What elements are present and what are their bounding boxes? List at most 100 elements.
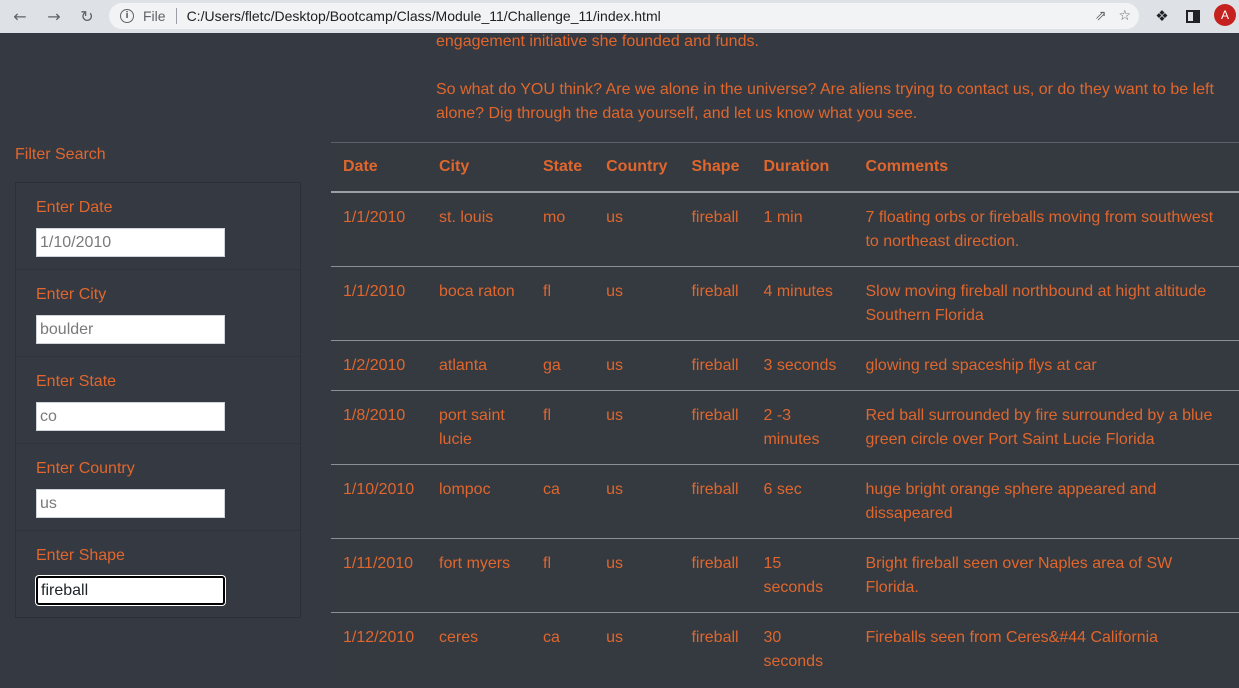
header-duration: Duration [751, 143, 854, 193]
cell-shape: fireball [679, 266, 752, 341]
state-input[interactable] [36, 402, 225, 431]
cell-duration: 2 -3 minutes [751, 390, 854, 465]
cell-state: ca [531, 612, 595, 679]
intro-paragraph-2: So what do YOU think? Are we alone in th… [436, 81, 1214, 122]
shape-input[interactable] [36, 576, 225, 605]
cell-state: mo [543, 209, 566, 226]
country-input[interactable] [36, 489, 225, 518]
ufo-table-container: Date City State Country Shape Duration C… [331, 142, 1239, 679]
cell-country: us [594, 464, 680, 539]
cell-state: fl [531, 266, 595, 341]
cell-date: 1/1/2010 [343, 209, 406, 226]
cell-city: port saint lucie [427, 390, 531, 465]
cell-duration: 30 seconds [751, 612, 854, 679]
scheme-label: File [143, 8, 166, 24]
filter-title: Filter Search [15, 146, 106, 163]
cell-shape: fireball [679, 390, 752, 465]
cell-city: st. louis [439, 209, 494, 226]
cell-duration: 3 seconds [751, 340, 854, 391]
cell-city: boca raton [427, 266, 531, 341]
cell-shape: fireball [679, 612, 752, 679]
intro-paragraph-1: engagement initiative she founded and fu… [436, 33, 759, 50]
city-input[interactable] [36, 315, 225, 344]
cell-duration: 6 sec [751, 464, 854, 539]
cell-city: ceres [427, 612, 531, 679]
bookmark-star-icon[interactable]: ☆ [1118, 8, 1131, 24]
header-city: City [427, 143, 531, 193]
header-date: Date [331, 143, 427, 193]
header-country: Country [594, 143, 680, 193]
reload-icon[interactable]: ↻ [76, 5, 98, 27]
table-row: 1/11/2010 fort myers fl us fireball 15 second… [331, 538, 1239, 613]
cell-state: fl [531, 538, 595, 613]
cell-date: 1/11/2010 [331, 538, 427, 613]
cell-comments: Fireballs seen from Ceres&#44 California [853, 612, 1239, 679]
date-input[interactable] [36, 228, 225, 257]
cell-shape: fireball [679, 464, 752, 539]
table-row: 1/8/2010 port saint lucie fl us fireball 2 -3… [331, 390, 1239, 465]
profile-avatar[interactable]: A [1214, 4, 1236, 26]
extensions-puzzle-icon[interactable]: ❖ [1151, 5, 1173, 27]
cell-shape: fireball [679, 538, 752, 613]
table-row: 1/2/2010 atlanta ga us fireball 3 seconds glow… [331, 340, 1239, 391]
table-row: 1/1/2010 st. louis mo us fireball 1 min 7 floa… [331, 192, 1239, 267]
header-state: State [531, 143, 595, 193]
cell-country: us [594, 538, 680, 613]
divider [175, 8, 177, 24]
cell-city: atlanta [427, 340, 531, 391]
table-row: 1/1/2010 boca raton fl us fireball 4 minutes S… [331, 266, 1239, 341]
header-shape: Shape [679, 143, 752, 193]
cell-comments: Red ball surrounded by fire surrounded b… [853, 390, 1239, 465]
cell-comments: glowing red spaceship flys at car [853, 340, 1239, 391]
cell-comments: huge bright orange sphere appeared and d… [853, 464, 1239, 539]
cell-duration: 4 minutes [751, 266, 854, 341]
cell-shape: fireball [691, 209, 739, 226]
cell-country: us [594, 612, 680, 679]
cell-duration: 15 seconds [751, 538, 854, 613]
cell-duration: 1 min [763, 209, 803, 226]
cell-state: ga [531, 340, 595, 391]
cell-state: ca [531, 464, 595, 539]
cell-date: 1/10/2010 [331, 464, 427, 539]
url-text[interactable]: C:/Users/fletc/Desktop/Bootcamp/Class/Mo… [187, 8, 661, 24]
filter-item-shape: Enter Shape [16, 531, 300, 618]
cell-date: 1/12/2010 [331, 612, 427, 679]
cell-date: 1/8/2010 [331, 390, 427, 465]
table-row: 1/10/2010 lompoc ca us fireball 6 sec huge bri… [331, 464, 1239, 539]
filter-label: Enter Shape [36, 547, 125, 564]
filter-item-city: Enter City [16, 270, 300, 357]
cell-country: us [594, 390, 680, 465]
table-header-row: Date City State Country Shape Duration C… [331, 143, 1239, 193]
filter-label: Enter Country [36, 460, 135, 477]
filter-label: Enter Date [36, 199, 113, 216]
address-bar[interactable]: i File C:/Users/fletc/Desktop/Bootcamp/C… [109, 3, 1139, 29]
filter-label: Enter State [36, 373, 117, 390]
table-body: 1/1/2010 st. louis mo us fireball 1 min 7 floa… [331, 192, 1239, 679]
share-icon[interactable]: ⇗ [1095, 8, 1107, 24]
filter-item-country: Enter Country [16, 444, 300, 531]
cell-country: us [594, 266, 680, 341]
cell-state: fl [531, 390, 595, 465]
cell-comments: Slow moving fireball northbound at hight… [853, 266, 1239, 341]
cell-country: us [606, 209, 624, 226]
cell-comments: 7 floating orbs or fireballs moving from… [865, 209, 1214, 250]
back-arrow-icon[interactable]: ← [9, 5, 31, 27]
filter-item-state: Enter State [16, 357, 300, 444]
table-row: 1/12/2010 ceres ca us fireball 30 seconds Fire… [331, 612, 1239, 679]
cell-city: lompoc [427, 464, 531, 539]
side-panel-icon [1186, 9, 1200, 23]
filter-panel: Enter Date Enter City Enter State Enter … [15, 182, 301, 618]
browser-toolbar: ← → ↻ i File C:/Users/fletc/Desktop/Boot… [0, 0, 1239, 33]
side-panel-button[interactable] [1182, 5, 1204, 27]
cell-date: 1/1/2010 [331, 266, 427, 341]
cell-comments: Bright fireball seen over Naples area of… [853, 538, 1239, 613]
cell-date: 1/2/2010 [331, 340, 427, 391]
cell-country: us [594, 340, 680, 391]
forward-arrow-icon[interactable]: → [43, 5, 65, 27]
ufo-table: Date City State Country Shape Duration C… [331, 143, 1239, 679]
filter-item-date: Enter Date [16, 183, 300, 270]
cell-shape: fireball [679, 340, 752, 391]
cell-city: fort myers [427, 538, 531, 613]
filter-label: Enter City [36, 286, 107, 303]
info-icon[interactable]: i [120, 9, 134, 23]
